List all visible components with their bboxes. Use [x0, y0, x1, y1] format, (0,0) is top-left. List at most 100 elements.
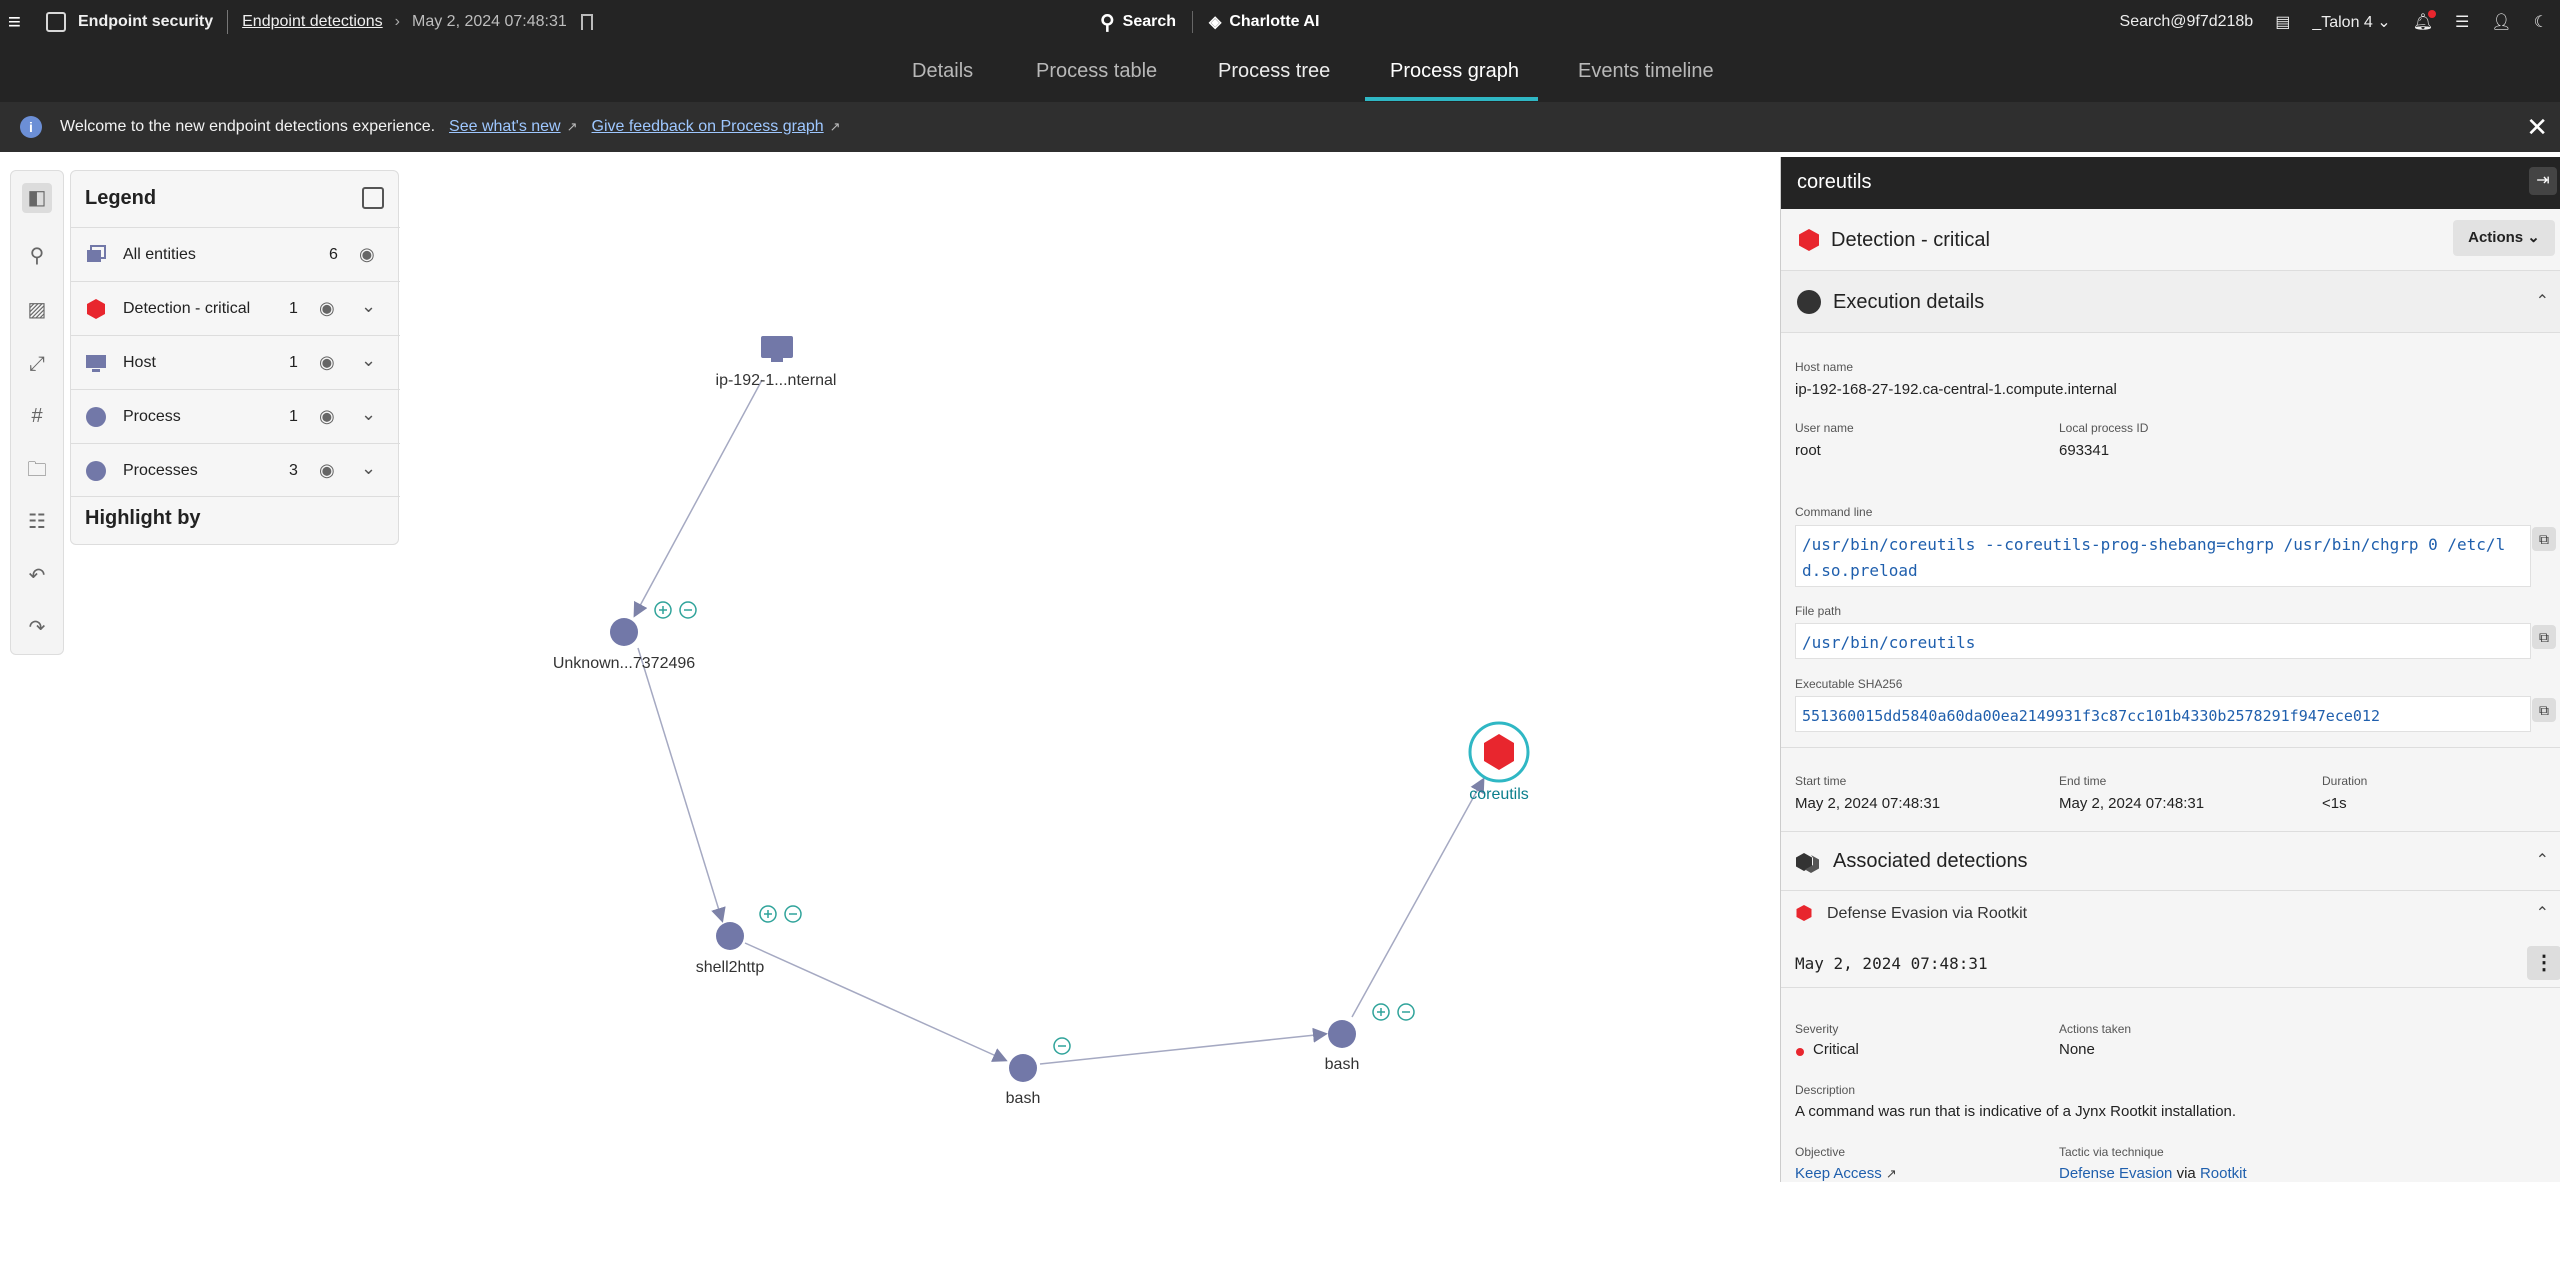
- sha256-label: Executable SHA256: [1795, 677, 1903, 691]
- detection-label: Detection - critical: [1831, 229, 1990, 251]
- node-label-bash-2: bash: [1324, 1056, 1360, 1073]
- external-link-icon: ↗: [1885, 1166, 1897, 1181]
- node-label-shell2http: shell2http: [695, 959, 765, 976]
- detection-node-coreutils[interactable]: [1468, 721, 1530, 783]
- legend-row-all-entities[interactable]: All entities 6 ◉: [71, 227, 400, 281]
- close-icon[interactable]: ✕: [2526, 112, 2548, 143]
- duration-label: Duration: [2322, 774, 2368, 788]
- actions-taken-value: None: [2059, 1041, 2095, 1058]
- end-time-label: End time: [2059, 774, 2107, 788]
- chevron-down-icon[interactable]: ⌄: [361, 404, 376, 425]
- user-account[interactable]: Search@9f7d218b: [2120, 13, 2254, 31]
- critical-dot-icon: [1796, 1048, 1804, 1056]
- eye-icon[interactable]: ◉: [319, 352, 335, 373]
- legend-title: Legend: [85, 187, 157, 209]
- chevron-up-icon[interactable]: ⌃: [2536, 903, 2549, 923]
- copy-icon[interactable]: ⧉: [2532, 625, 2556, 649]
- sha256-value: 551360015dd5840a60da00ea2149931f3c87cc10…: [1795, 696, 2531, 732]
- process-node-bash-1[interactable]: [1009, 1054, 1037, 1082]
- node-label-unknown: Unknown...7372496: [552, 655, 696, 672]
- filters-icon[interactable]: ☷: [22, 507, 52, 537]
- process-node-unknown[interactable]: [610, 618, 638, 646]
- node-label-bash-1: bash: [1005, 1090, 1041, 1107]
- collapse-legend-icon[interactable]: [362, 187, 384, 209]
- critical-hexagon-icon: [1796, 905, 1812, 921]
- associated-detections-header[interactable]: Associated detections ⌃: [1781, 831, 2560, 891]
- grid-icon[interactable]: #: [22, 401, 52, 431]
- folder-icon[interactable]: 🗀: [22, 455, 52, 485]
- chevron-up-icon[interactable]: ⌃: [2536, 850, 2549, 870]
- more-options-icon[interactable]: ⋮: [2527, 946, 2560, 980]
- legend-count: 1: [289, 354, 298, 371]
- chevron-down-icon[interactable]: ⌄: [361, 296, 376, 317]
- file-path-label: File path: [1795, 604, 1842, 618]
- legend-label: Detection - critical: [123, 300, 251, 317]
- user-profile-icon[interactable]: 👤︎: [2491, 12, 2511, 32]
- end-time-value: May 2, 2024 07:48:31: [2059, 795, 2205, 812]
- tenant-selector[interactable]: _Talon 4 ⌄: [2312, 12, 2390, 32]
- notification-dot: [2428, 10, 2436, 18]
- detection-severity-row: Detection - critical Actions ⌄: [1781, 209, 2560, 271]
- associated-detections-icon: [1796, 853, 1819, 873]
- legend-panel: Legend All entities 6 ◉ Detection - crit…: [70, 170, 400, 545]
- chevron-up-icon[interactable]: ⌃: [2536, 291, 2549, 311]
- legend-row-host[interactable]: Host 1 ◉ ⌄: [71, 335, 400, 389]
- edge-shell2http-bash: [744, 942, 1008, 1062]
- fit-to-screen-icon[interactable]: ⤢: [22, 349, 52, 379]
- undo-icon[interactable]: ↶: [22, 561, 52, 591]
- layout-icon[interactable]: ▤: [2275, 12, 2290, 32]
- via-text: via: [2176, 1165, 2196, 1182]
- process-node-shell2http[interactable]: [716, 922, 744, 950]
- process-node-bash-2[interactable]: [1328, 1020, 1356, 1048]
- panel-header: coreutils ⇥: [1781, 157, 2560, 209]
- command-line-label: Command line: [1795, 505, 1873, 519]
- user-name-value: root: [1795, 442, 1821, 459]
- pid-label: Local process ID: [2059, 421, 2149, 435]
- critical-hexagon-icon: [1799, 229, 1819, 251]
- eye-icon[interactable]: ◉: [319, 298, 335, 319]
- detection-timestamp: May 2, 2024 07:48:31: [1795, 954, 1988, 973]
- legend-row-process[interactable]: Process 1 ◉ ⌄: [71, 389, 400, 443]
- legend-label: Process: [123, 408, 181, 425]
- file-path-value: /usr/bin/coreutils: [1795, 623, 2531, 659]
- dock-panel-icon[interactable]: ⇥: [2529, 167, 2557, 195]
- redo-icon[interactable]: ↷: [22, 613, 52, 643]
- theme-moon-icon[interactable]: ☾: [2534, 12, 2548, 32]
- expand-collapse-controls[interactable]: [654, 601, 1415, 1055]
- chevron-down-icon[interactable]: ⌄: [361, 458, 376, 479]
- chevron-down-icon[interactable]: ⌄: [361, 350, 376, 371]
- execution-details-header[interactable]: Execution details ⌃: [1781, 271, 2560, 333]
- apps-icon[interactable]: ☰: [2455, 12, 2469, 32]
- actions-label: Actions: [2468, 229, 2524, 246]
- legend-label: Host: [123, 354, 156, 371]
- legend-count: 1: [289, 408, 298, 425]
- actions-taken-label: Actions taken: [2059, 1022, 2132, 1036]
- graph-toolbar: ◧ ⚲ ▨ ⤢ # 🗀 ☷ ↶ ↷: [10, 170, 64, 655]
- start-time-value: May 2, 2024 07:48:31: [1795, 795, 1941, 812]
- eye-icon[interactable]: ◉: [359, 244, 375, 265]
- legend-row-detection-critical[interactable]: Detection - critical 1 ◉ ⌄: [71, 281, 400, 335]
- node-label-coreutils: coreutils: [1469, 786, 1529, 803]
- eye-icon[interactable]: ◉: [319, 406, 335, 427]
- objective-link[interactable]: Keep Access ↗: [1795, 1165, 1897, 1182]
- eye-icon[interactable]: ◉: [319, 460, 335, 481]
- tactic-link[interactable]: Defense Evasion: [2059, 1165, 2172, 1182]
- panel-toggle-icon[interactable]: ◧: [22, 183, 52, 213]
- detection-item-header[interactable]: Defense Evasion via Rootkit ⌃: [1781, 891, 2560, 937]
- search-icon[interactable]: ⚲: [22, 241, 52, 271]
- technique-link[interactable]: Rootkit: [2200, 1165, 2247, 1182]
- notifications-bell-icon[interactable]: 🔔︎: [2413, 10, 2436, 32]
- copy-icon[interactable]: ⧉: [2532, 698, 2556, 722]
- export-image-icon[interactable]: ▨: [22, 295, 52, 325]
- copy-icon[interactable]: ⧉: [2532, 527, 2556, 551]
- execution-details-title: Execution details: [1833, 291, 1985, 313]
- actions-button[interactable]: Actions ⌄: [2453, 220, 2555, 256]
- processes-circle-icon: [86, 461, 106, 481]
- description-label: Description: [1795, 1083, 1856, 1097]
- legend-row-processes[interactable]: Processes 3 ◉ ⌄: [71, 443, 400, 497]
- host-node[interactable]: [761, 336, 793, 362]
- pid-value: 693341: [2059, 442, 2110, 459]
- process-circle-icon: [86, 407, 106, 427]
- highlight-by-title: Highlight by: [85, 507, 201, 529]
- legend-count: 6: [329, 246, 338, 263]
